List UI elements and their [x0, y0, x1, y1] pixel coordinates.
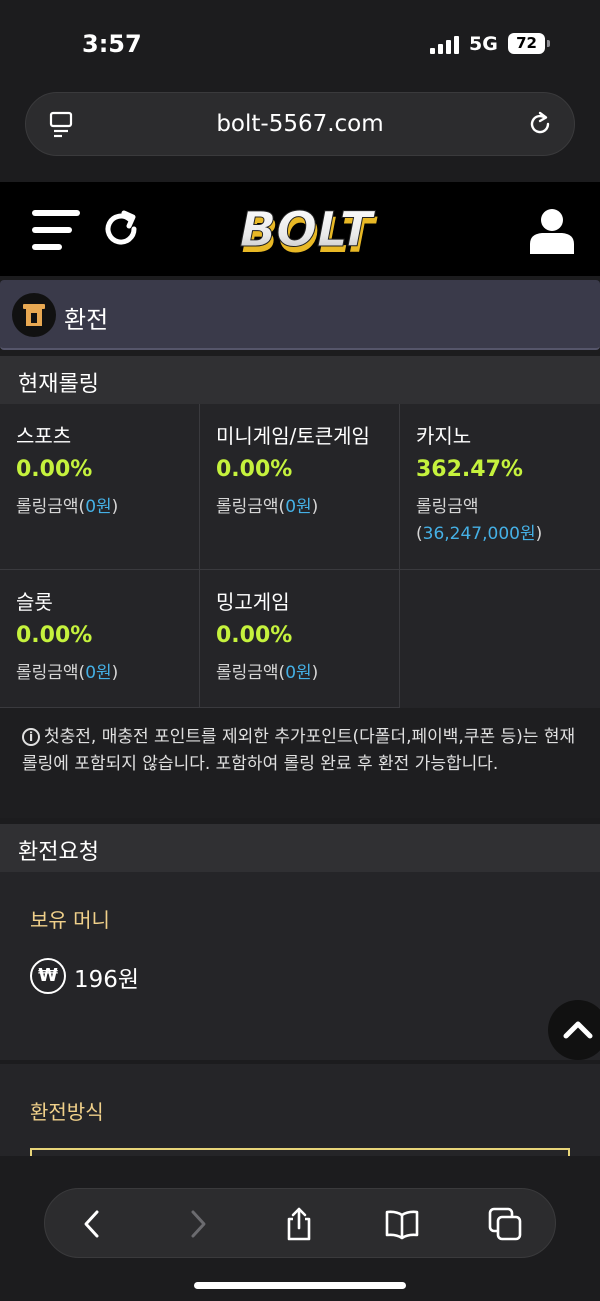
rolling-cell-slot: 슬롯 0.00% 롤링금액(0원) — [0, 570, 200, 708]
tabs-icon[interactable] — [487, 1206, 523, 1242]
bookmarks-icon[interactable] — [384, 1206, 420, 1242]
rolling-cell-title: 미니게임/토큰게임 — [216, 424, 370, 448]
battery-nub — [547, 40, 550, 47]
site-header: BOLT BOLT — [0, 182, 600, 276]
rolling-cell-amount: 롤링금액(0원) — [16, 497, 119, 517]
rolling-cell-percent: 0.00% — [16, 457, 93, 482]
site-logo[interactable]: BOLT BOLT — [228, 196, 378, 261]
balance-label: 보유 머니 — [30, 908, 110, 932]
rolling-cell-sports: 스포츠 0.00% 롤링금액(0원) — [0, 404, 200, 570]
balance-value: 196원 — [74, 967, 140, 993]
rolling-notice-text: 첫충전, 매충전 포인트를 제외한 추가포인트(다폴더,페이백,쿠폰 등)는 현… — [22, 727, 576, 774]
status-bar: 3:57 5G 72 — [0, 0, 600, 88]
exchange-request-heading: 환전요청 — [0, 824, 600, 872]
rolling-cell-percent: 0.00% — [16, 623, 93, 648]
rolling-cell-amount: 롤링금액(0원) — [16, 663, 119, 683]
info-icon: i — [22, 728, 40, 746]
exchange-icon — [12, 293, 56, 337]
rolling-cell-amount: 롤링금액(0원) — [216, 497, 319, 517]
share-icon[interactable] — [281, 1206, 317, 1242]
browser-toolbar — [44, 1188, 556, 1258]
rolling-cell-mingo: 밍고게임 0.00% 롤링금액(0원) — [200, 570, 400, 708]
won-icon: ₩ — [30, 958, 66, 994]
refresh-icon[interactable] — [100, 208, 142, 250]
rolling-section: 현재롤링 스포츠 0.00% 롤링금액(0원) 미니게임/토큰게임 0.00% … — [0, 356, 600, 818]
battery-icon: 72 — [508, 33, 545, 54]
forward-icon[interactable] — [179, 1206, 215, 1242]
rolling-notice: i 첫충전, 매충전 포인트를 제외한 추가포인트(다폴더,페이백,쿠폰 등)는 … — [0, 708, 600, 818]
rolling-cell-title: 슬롯 — [16, 590, 53, 614]
rolling-cell-minigame: 미니게임/토큰게임 0.00% 롤링금액(0원) — [200, 404, 400, 570]
rolling-cell-amount: 롤링금액 (36,247,000원) — [416, 497, 543, 544]
scroll-top-button[interactable] — [548, 1000, 600, 1060]
rolling-cell-title: 스포츠 — [16, 424, 72, 448]
exchange-method-section: 환전방식 — [0, 1064, 600, 1188]
user-icon[interactable] — [528, 206, 576, 254]
reload-icon[interactable] — [526, 110, 554, 138]
menu-icon[interactable] — [32, 210, 80, 250]
exchange-request-section: 환전요청 보유 머니 ₩ 196원 — [0, 824, 600, 1060]
rolling-cell-percent: 0.00% — [216, 623, 293, 648]
home-indicator — [194, 1282, 406, 1289]
back-icon[interactable] — [75, 1206, 111, 1242]
rolling-cell-amount: 롤링금액(0원) — [216, 663, 319, 683]
rolling-cell-casino: 카지노 362.47% 롤링금액 (36,247,000원) — [400, 404, 600, 570]
svg-text:BOLT: BOLT — [240, 202, 376, 258]
rolling-cell-percent: 0.00% — [216, 457, 293, 482]
rolling-cell-title: 밍고게임 — [216, 590, 290, 614]
exchange-method-label: 환전방식 — [30, 1100, 104, 1124]
network-label: 5G — [469, 33, 498, 55]
page-title: 환전 — [64, 306, 109, 334]
status-time: 3:57 — [82, 30, 142, 58]
rolling-cell-title: 카지노 — [416, 424, 472, 448]
signal-icon — [430, 36, 462, 54]
page-title-bar: 환전 — [0, 280, 600, 350]
rolling-cell-percent: 362.47% — [416, 457, 523, 482]
address-bar[interactable]: bolt-5567.com — [25, 92, 575, 156]
rolling-heading: 현재롤링 — [0, 356, 600, 404]
chevron-up-icon — [563, 1021, 593, 1039]
url-text[interactable]: bolt-5567.com — [26, 111, 574, 137]
